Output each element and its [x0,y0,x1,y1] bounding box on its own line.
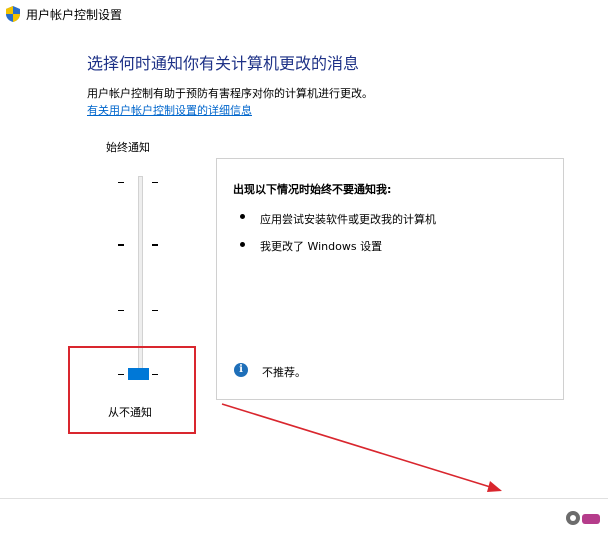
slider-top-label: 始终通知 [106,141,150,154]
bullet-icon [240,242,245,247]
slider-tick [152,244,158,246]
title-bar: 用户帐户控制设置 [0,0,608,28]
more-info-link[interactable]: 有关用户帐户控制设置的详细信息 [87,102,252,118]
slider-tick [118,310,124,311]
slider-tick [152,182,158,183]
watermark-logo-icon [566,511,600,525]
page-description: 用户帐户控制有助于预防有害程序对你的计算机进行更改。 [87,87,373,100]
slider-tick [152,310,158,311]
info-panel-item: 我更改了 Windows 设置 [260,240,383,253]
info-icon: i [234,363,248,377]
slider-tick [118,244,124,246]
footer-divider [0,498,608,499]
recommendation-text: 不推荐。 [262,366,306,379]
slider-tick [118,182,124,183]
highlight-box [68,346,196,434]
bullet-icon [240,214,245,219]
info-panel-item: 应用尝试安装软件或更改我的计算机 [260,213,436,226]
page-heading: 选择何时通知你有关计算机更改的消息 [87,54,360,73]
uac-shield-icon [6,6,20,22]
window-title: 用户帐户控制设置 [26,8,123,22]
info-panel-heading: 出现以下情况时始终不要通知我: [233,183,392,196]
